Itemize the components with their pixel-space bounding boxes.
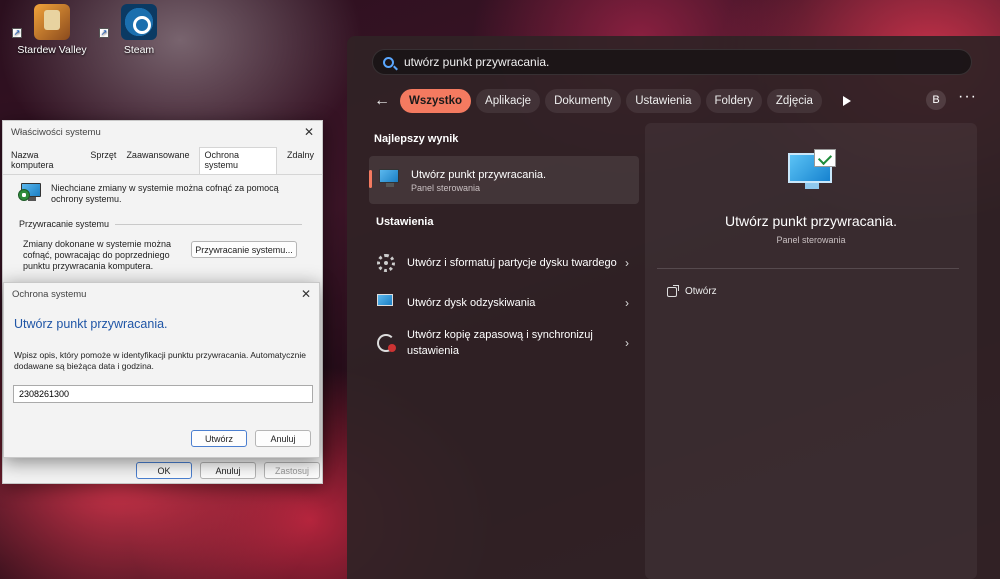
chevron-right-icon[interactable]: ›	[625, 256, 629, 270]
create-button[interactable]: Utwórz	[191, 430, 247, 447]
preview-pane: Utwórz punkt przywracania. Panel sterowa…	[645, 123, 977, 579]
settings-result-partitions[interactable]: Utwórz i sformatuj partycje dysku twarde…	[369, 246, 639, 280]
preview-subtitle: Panel sterowania	[776, 235, 846, 245]
desktop-icon-steam[interactable]: ↗ Steam	[99, 4, 179, 56]
filter-all[interactable]: Wszystko	[400, 89, 472, 113]
result-label: Utwórz dysk odzyskiwania	[407, 297, 536, 309]
titlebar: Właściwości systemu ✕	[3, 121, 322, 143]
settings-result-recovery-drive[interactable]: Utwórz dysk odzyskiwania ›	[369, 293, 639, 313]
settings-result-backup-sync[interactable]: Utwórz kopię zapasową i synchronizuj ust…	[369, 326, 639, 360]
account-avatar[interactable]: B	[926, 90, 946, 110]
restore-point-icon	[379, 169, 401, 191]
search-box[interactable]	[372, 49, 972, 75]
tab-hardware[interactable]: Sprzęt	[90, 150, 116, 174]
desktop-icon-label: Steam	[123, 44, 155, 56]
chevron-right-icon[interactable]: ›	[625, 336, 629, 350]
restore-point-description-input[interactable]	[13, 385, 313, 403]
restore-point-large-icon	[788, 149, 836, 197]
monitor-icon	[377, 294, 395, 312]
system-protection-icon	[18, 183, 43, 205]
search-input[interactable]	[404, 55, 924, 69]
search-panel: ← Wszystko Aplikacje Dokumenty Ustawieni…	[347, 36, 1000, 579]
steam-icon	[121, 4, 157, 40]
tab-advanced[interactable]: Zaawansowane	[126, 150, 189, 174]
filter-photos[interactable]: Zdjęcia	[766, 89, 822, 113]
settings-heading: Ustawienia	[376, 216, 434, 228]
system-restore-button[interactable]: Przywracanie systemu...	[191, 241, 297, 258]
shortcut-arrow-icon: ↗	[99, 28, 109, 38]
more-filters-arrow-icon[interactable]	[842, 96, 851, 106]
result-title: Utwórz punkt przywracania.	[411, 168, 547, 181]
filter-documents[interactable]: Dokumenty	[545, 89, 622, 113]
back-arrow-icon[interactable]: ←	[374, 92, 390, 110]
cancel-button[interactable]: Anuluj	[255, 430, 311, 447]
restore-text: Zmiany dokonane w systemie można cofnąć,…	[23, 239, 172, 271]
best-match-result[interactable]: Utwórz punkt przywracania. Panel sterowa…	[369, 156, 639, 204]
shortcut-arrow-icon: ↗	[12, 28, 22, 38]
tab-remote[interactable]: Zdalny	[287, 150, 314, 174]
open-external-icon	[667, 284, 679, 297]
ok-button[interactable]: OK	[136, 462, 192, 479]
titlebar: Ochrona systemu ✕	[4, 283, 319, 305]
filter-apps[interactable]: Aplikacje	[476, 89, 541, 113]
apply-button[interactable]: Zastosuj	[264, 462, 320, 479]
restore-group-title: Przywracanie systemu	[3, 205, 322, 229]
divider	[657, 268, 959, 269]
desktop-icon-stardew-valley[interactable]: ↗ Stardew Valley	[12, 4, 92, 56]
open-action[interactable]: Otwórz	[667, 284, 717, 297]
cancel-button[interactable]: Anuluj	[200, 462, 256, 479]
system-protection-dialog: Ochrona systemu ✕ Utwórz punkt przywraca…	[3, 282, 320, 458]
close-icon[interactable]: ✕	[301, 287, 311, 301]
window-title: Właściwości systemu	[11, 126, 101, 138]
search-icon	[383, 56, 394, 68]
tab-strip: Nazwa komputera Sprzęt Zaawansowane Ochr…	[3, 143, 322, 175]
tab-computer-name[interactable]: Nazwa komputera	[11, 150, 80, 174]
dialog-title: Ochrona systemu	[12, 288, 87, 300]
result-label: Utwórz i sformatuj partycje dysku twarde…	[407, 257, 617, 269]
filter-row: ← Wszystko Aplikacje Dokumenty Ustawieni…	[374, 88, 984, 114]
result-label: Utwórz kopię zapasową i synchronizuj ust…	[407, 329, 593, 357]
chevron-right-icon[interactable]: ›	[625, 296, 629, 310]
more-options-icon[interactable]: ···	[958, 88, 977, 106]
best-match-heading: Najlepszy wynik	[374, 133, 459, 145]
open-label: Otwórz	[685, 286, 717, 297]
filter-folders[interactable]: Foldery	[705, 89, 762, 113]
dialog-heading: Utwórz punkt przywracania.	[14, 317, 168, 331]
stardew-valley-icon	[34, 4, 70, 40]
preview-title: Utwórz punkt przywracania.	[725, 213, 897, 229]
result-subtitle: Panel sterowania	[411, 182, 481, 193]
gear-icon	[377, 254, 395, 272]
desktop-icon-label: Stardew Valley	[17, 44, 87, 56]
intro-text: Niechciane zmiany w systemie można cofną…	[51, 183, 279, 204]
dialog-description: Wpisz opis, który pomoże w identyfikacji…	[14, 350, 306, 371]
sync-icon	[377, 334, 396, 352]
close-icon[interactable]: ✕	[304, 125, 314, 139]
tab-system-protection[interactable]: Ochrona systemu	[199, 147, 277, 174]
filter-settings[interactable]: Ustawienia	[626, 89, 701, 113]
